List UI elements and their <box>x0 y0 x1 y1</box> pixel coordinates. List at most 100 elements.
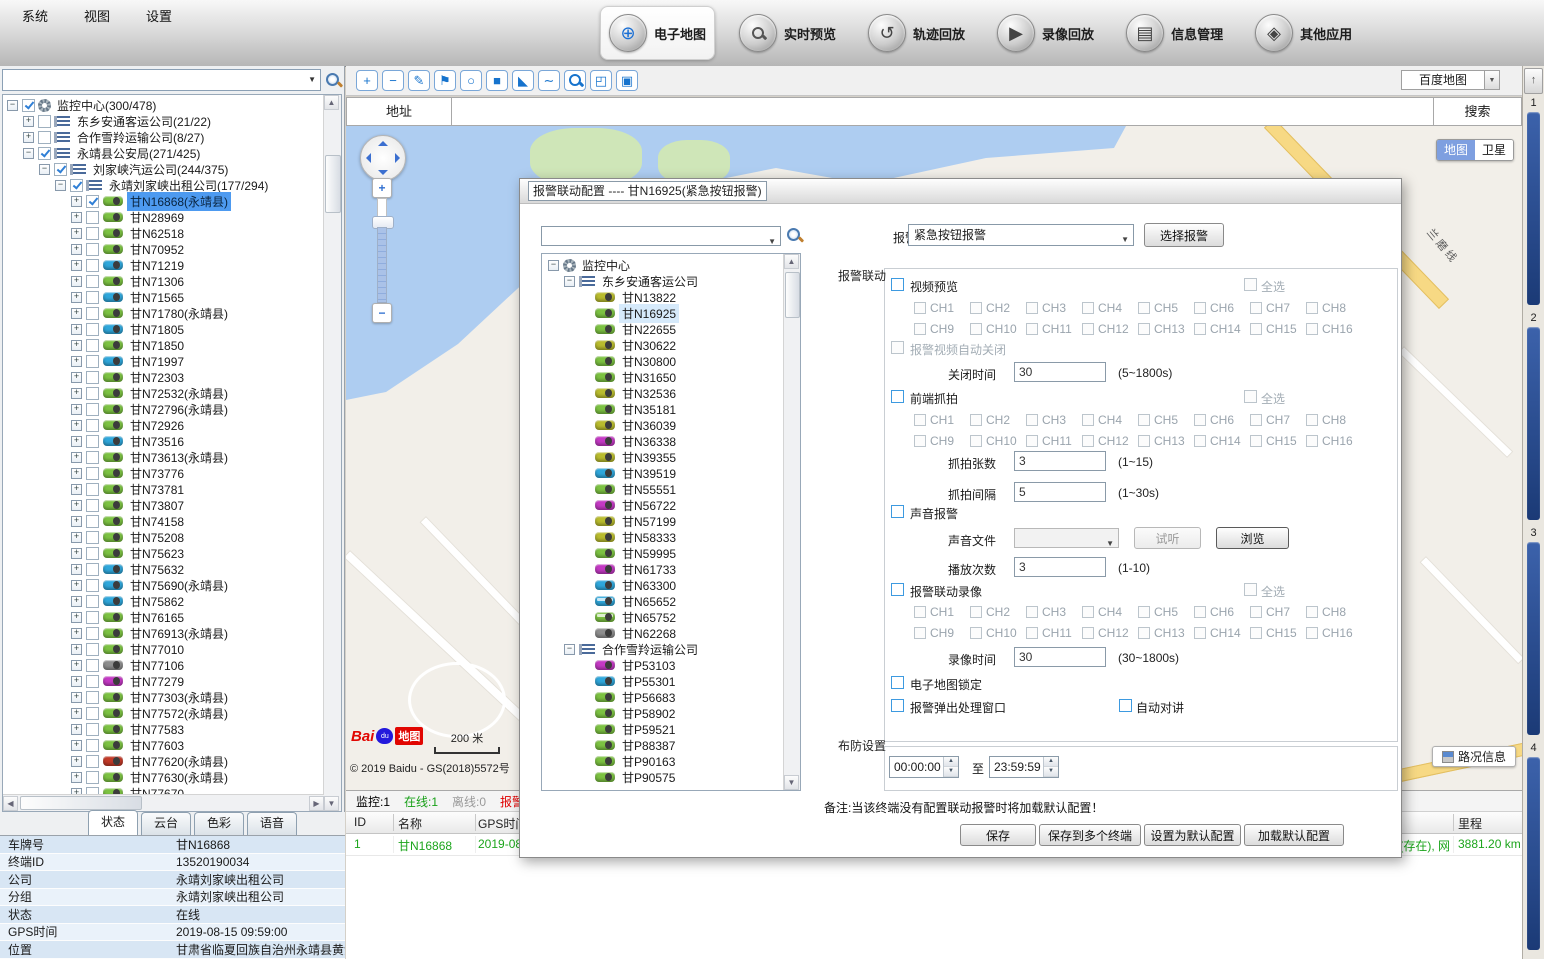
dock-video-bar[interactable] <box>1527 112 1540 305</box>
toolbar-button-其他应用[interactable]: ◈其他应用 <box>1247 7 1360 59</box>
expander-toggle[interactable]: + <box>71 676 82 687</box>
search-icon[interactable] <box>325 72 342 89</box>
expander-toggle[interactable]: − <box>39 164 50 175</box>
tree-checkbox[interactable] <box>86 323 99 336</box>
polyline-icon[interactable]: ∼ <box>538 70 560 91</box>
scroll-up-icon[interactable]: ▲ <box>784 254 799 269</box>
scroll-thumb[interactable] <box>325 155 341 213</box>
zoom-out-icon[interactable]: − <box>382 70 404 91</box>
expander-toggle[interactable]: − <box>55 180 66 191</box>
expander-toggle[interactable]: + <box>71 708 82 719</box>
channel-checkbox-CH2[interactable] <box>970 414 982 426</box>
save-to-multiple-button[interactable]: 保存到多个终端 <box>1039 824 1141 846</box>
tree-checkbox[interactable] <box>86 291 99 304</box>
load-default-button[interactable]: 加载默认配置 <box>1244 824 1344 846</box>
record-time-input[interactable] <box>1014 647 1106 667</box>
video-select-all-checkbox[interactable] <box>1244 278 1257 291</box>
tree-checkbox[interactable] <box>38 131 51 144</box>
expander-toggle[interactable]: + <box>71 196 82 207</box>
map-zoom-track[interactable] <box>377 227 387 303</box>
tree-checkbox[interactable] <box>86 387 99 400</box>
channel-checkbox-CH4[interactable] <box>1082 414 1094 426</box>
channel-checkbox-CH6[interactable] <box>1194 606 1206 618</box>
tree-checkbox[interactable] <box>86 627 99 640</box>
toolbar-button-实时预览[interactable]: 实时预览 <box>731 7 844 59</box>
tab-云台[interactable]: 云台 <box>141 812 191 835</box>
spin-up-icon[interactable]: ▲ <box>944 757 958 767</box>
tree-checkbox[interactable] <box>86 307 99 320</box>
tree-checkbox[interactable] <box>86 547 99 560</box>
expander-toggle[interactable]: + <box>71 244 82 255</box>
tree-checkbox[interactable] <box>86 499 99 512</box>
zoom-in-icon[interactable]: + <box>356 70 378 91</box>
tree-checkbox[interactable] <box>86 755 99 768</box>
video-preview-checkbox[interactable] <box>891 278 904 291</box>
channel-checkbox-CH1[interactable] <box>914 302 926 314</box>
scroll-down-icon[interactable]: ▼ <box>324 796 339 811</box>
expander-toggle[interactable]: + <box>71 276 82 287</box>
channel-checkbox-CH16[interactable] <box>1306 323 1318 335</box>
tree-checkbox[interactable] <box>86 659 99 672</box>
map-provider-value[interactable]: 百度地图 <box>1401 70 1485 90</box>
expander-toggle[interactable]: + <box>71 436 82 447</box>
map-zoom-track[interactable] <box>377 198 387 218</box>
channel-checkbox-CH9[interactable] <box>914 323 926 335</box>
tree-checkbox[interactable] <box>86 579 99 592</box>
expander-toggle[interactable]: + <box>71 692 82 703</box>
channel-checkbox-CH1[interactable] <box>914 606 926 618</box>
channel-checkbox-CH2[interactable] <box>970 606 982 618</box>
channel-checkbox-CH15[interactable] <box>1250 323 1262 335</box>
channel-checkbox-CH5[interactable] <box>1138 606 1150 618</box>
scroll-thumb[interactable] <box>785 272 800 318</box>
tree-checkbox[interactable] <box>38 147 51 160</box>
channel-checkbox-CH13[interactable] <box>1138 323 1150 335</box>
expand-dock-button[interactable]: ↑ <box>1524 68 1543 94</box>
toolbar-button-录像回放[interactable]: ▶录像回放 <box>989 7 1102 59</box>
spin-down-icon[interactable]: ▼ <box>1044 767 1058 777</box>
expander-toggle[interactable]: − <box>548 260 559 271</box>
expander-toggle[interactable]: + <box>71 740 82 751</box>
channel-checkbox-CH16[interactable] <box>1306 435 1318 447</box>
tree-checkbox[interactable] <box>86 339 99 352</box>
channel-checkbox-CH9[interactable] <box>914 435 926 447</box>
tree-checkbox[interactable] <box>86 451 99 464</box>
channel-checkbox-CH5[interactable] <box>1138 302 1150 314</box>
channel-checkbox-CH8[interactable] <box>1306 302 1318 314</box>
expander-toggle[interactable]: − <box>564 276 575 287</box>
auto-close-checkbox[interactable] <box>891 341 904 354</box>
alarm-popup-checkbox[interactable] <box>891 699 904 712</box>
tree-item-label[interactable]: 甘P90575 <box>619 768 678 787</box>
select-alarm-button[interactable]: 选择报警 <box>1144 223 1224 247</box>
channel-checkbox-CH4[interactable] <box>1082 606 1094 618</box>
channel-checkbox-CH9[interactable] <box>914 627 926 639</box>
tree-checkbox[interactable] <box>86 211 99 224</box>
map-pan-control[interactable] <box>360 135 406 181</box>
toolbar-button-轨迹回放[interactable]: ↺轨迹回放 <box>860 7 973 59</box>
tree-checkbox[interactable] <box>86 403 99 416</box>
tree-vertical-scrollbar[interactable]: ▲ ▼ <box>323 95 341 811</box>
expander-toggle[interactable]: + <box>71 548 82 559</box>
tab-语音[interactable]: 语音 <box>247 812 297 835</box>
channel-checkbox-CH13[interactable] <box>1138 627 1150 639</box>
dock-video-bar[interactable] <box>1527 542 1540 735</box>
snapshot-select-all-checkbox[interactable] <box>1244 390 1257 403</box>
expander-toggle[interactable]: + <box>71 580 82 591</box>
tree-item[interactable]: 甘P90575 <box>544 769 783 785</box>
menu-item-系统[interactable]: 系统 <box>18 5 52 26</box>
layer-satellite-button[interactable]: 卫星 <box>1475 140 1513 160</box>
expander-toggle[interactable]: + <box>71 500 82 511</box>
tree-checkbox[interactable] <box>22 99 35 112</box>
tree-checkbox[interactable] <box>86 227 99 240</box>
channel-checkbox-CH16[interactable] <box>1306 627 1318 639</box>
menu-item-设置[interactable]: 设置 <box>142 5 176 26</box>
expander-toggle[interactable]: + <box>71 260 82 271</box>
channel-checkbox-CH12[interactable] <box>1082 627 1094 639</box>
chevron-down-icon[interactable]: ▼ <box>1121 231 1129 246</box>
channel-checkbox-CH6[interactable] <box>1194 302 1206 314</box>
tree-checkbox[interactable] <box>86 515 99 528</box>
channel-checkbox-CH10[interactable] <box>970 627 982 639</box>
expander-toggle[interactable]: + <box>71 596 82 607</box>
channel-checkbox-CH14[interactable] <box>1194 435 1206 447</box>
tab-色彩[interactable]: 色彩 <box>194 812 244 835</box>
channel-checkbox-CH10[interactable] <box>970 435 982 447</box>
